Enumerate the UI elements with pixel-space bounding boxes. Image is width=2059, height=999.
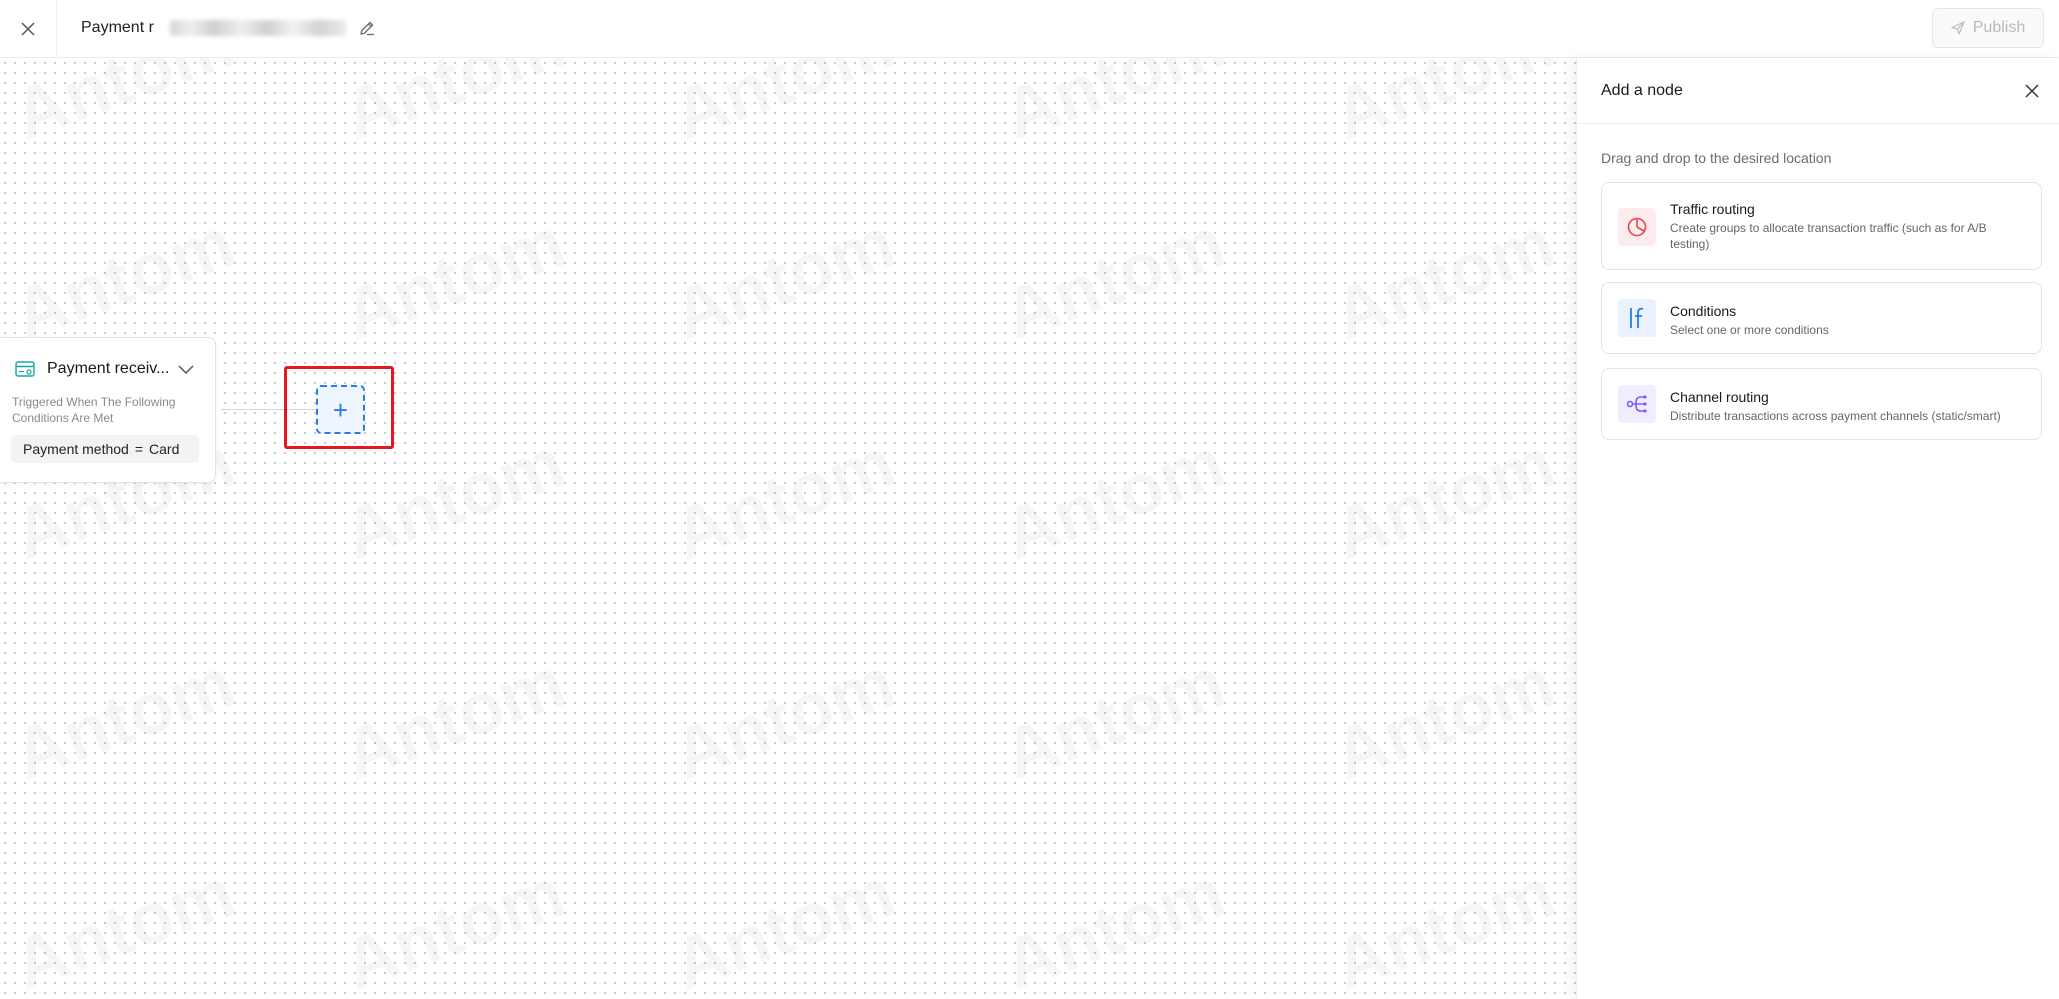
- condition-operator: =: [134, 441, 144, 457]
- condition-chip[interactable]: Payment method = Card: [11, 435, 199, 463]
- watermark: Antom: [993, 851, 1235, 999]
- send-icon: [1951, 21, 1965, 35]
- condition-value: Card: [149, 441, 180, 457]
- chevron-down-icon[interactable]: [177, 362, 195, 376]
- watermark: Antom: [1323, 851, 1565, 999]
- trigger-node-header: Payment receiv...: [15, 360, 169, 378]
- plus-icon: +: [332, 394, 349, 425]
- close-editor-button[interactable]: [0, 0, 57, 57]
- watermark: Antom: [1323, 201, 1565, 356]
- top-bar: Payment r Publish: [0, 0, 2059, 58]
- watermark: Antom: [333, 201, 575, 356]
- edit-title-button[interactable]: [358, 19, 376, 37]
- watermark: Antom: [3, 851, 245, 999]
- watermark: Antom: [663, 201, 905, 356]
- node-description: Distribute transactions across payment c…: [1670, 409, 2001, 423]
- panel-hint: Drag and drop to the desired location: [1601, 150, 1832, 166]
- watermark: Antom: [1323, 421, 1565, 576]
- if-icon: [1618, 299, 1656, 337]
- close-panel-icon[interactable]: [2023, 82, 2041, 100]
- trigger-node-description: Triggered When The Following Conditions …: [12, 395, 176, 425]
- panel-header: Add a node: [1577, 58, 2059, 124]
- rule-title-text: Payment r: [81, 19, 154, 36]
- node-card-traffic-routing[interactable]: Traffic routing Create groups to allocat…: [1601, 182, 2042, 270]
- add-node-placeholder[interactable]: +: [316, 385, 365, 434]
- payment-card-icon: [15, 361, 35, 377]
- watermark: Antom: [1323, 641, 1565, 796]
- redacted-title-text: [169, 20, 346, 36]
- condition-field: Payment method: [23, 441, 129, 457]
- close-icon: [21, 21, 35, 36]
- watermark: Antom: [3, 641, 245, 796]
- publish-label: Publish: [1972, 19, 2026, 36]
- node-description: Select one or more conditions: [1670, 323, 1829, 337]
- rule-title: Payment r: [81, 16, 376, 40]
- pencil-icon: [360, 21, 374, 36]
- watermark: Antom: [993, 641, 1235, 796]
- watermark: Antom: [663, 851, 905, 999]
- watermark: Antom: [993, 421, 1235, 576]
- watermark: Antom: [3, 201, 245, 356]
- node-card-channel-routing[interactable]: Channel routing Distribute transactions …: [1601, 368, 2042, 440]
- watermark: Antom: [663, 421, 905, 576]
- node-card-conditions[interactable]: Conditions Select one or more conditions: [1601, 282, 2042, 354]
- trigger-node-title: Payment receiv...: [47, 360, 170, 377]
- trigger-node[interactable]: Payment receiv... Triggered When The Fol…: [0, 337, 216, 483]
- watermark: Antom: [993, 201, 1235, 356]
- add-node-panel: Add a node Drag and drop to the desired …: [1576, 58, 2059, 999]
- watermark: Antom: [333, 641, 575, 796]
- branch-icon: [1618, 385, 1656, 423]
- node-title: Channel routing: [1670, 389, 1769, 405]
- publish-button[interactable]: Publish: [1932, 8, 2044, 48]
- watermark: Antom: [333, 851, 575, 999]
- node-title: Traffic routing: [1670, 201, 1755, 217]
- panel-title: Add a node: [1601, 82, 1683, 99]
- flow-canvas[interactable]: Antom Antom Antom Antom Antom Antom Anto…: [0, 58, 1577, 999]
- node-title: Conditions: [1670, 303, 1737, 319]
- node-description: Create groups to allocate transaction tr…: [1670, 221, 1987, 251]
- pie-chart-icon: [1618, 208, 1656, 246]
- watermark: Antom: [663, 641, 905, 796]
